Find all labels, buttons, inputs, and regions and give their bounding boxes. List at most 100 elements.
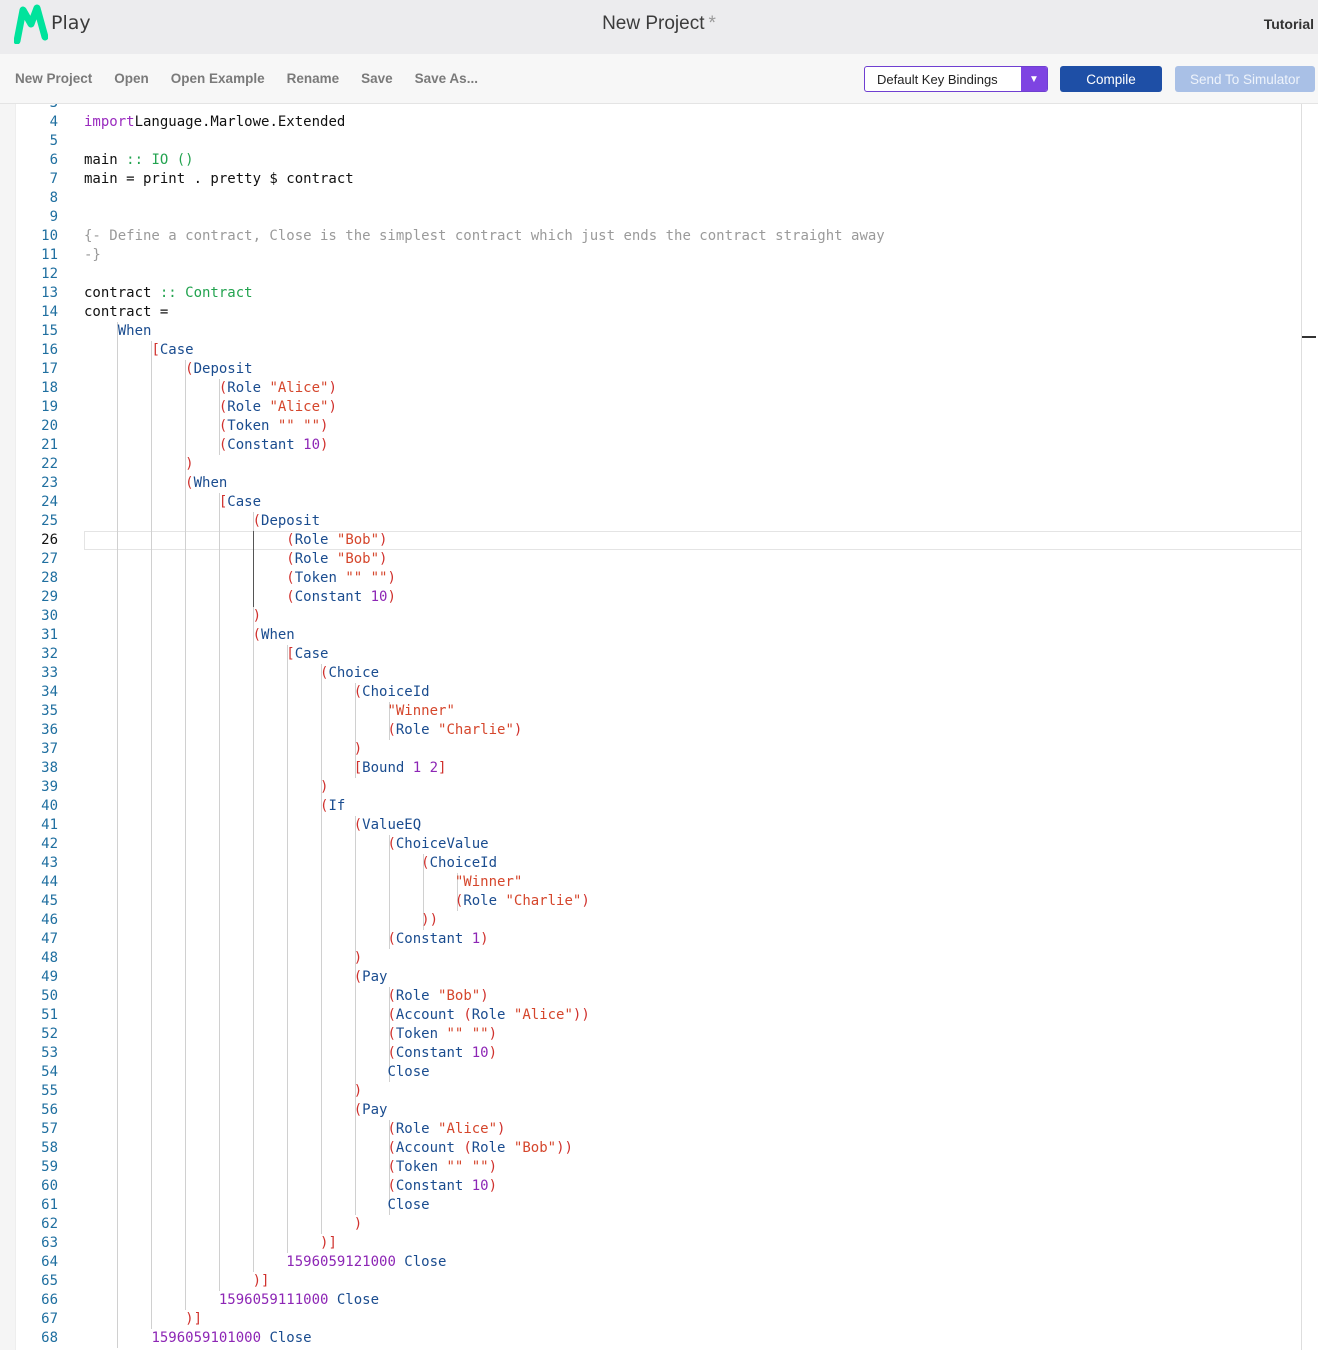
code-token: Case [227, 494, 262, 510]
code-line[interactable]: 12 [16, 265, 1302, 284]
code-line[interactable]: 57 (Role "Alice") [16, 1120, 1302, 1139]
code-line[interactable]: 28 (Token "" "") [16, 569, 1302, 588]
code-line[interactable]: 42 (ChoiceValue [16, 835, 1302, 854]
code-line[interactable]: 19 (Role "Alice") [16, 398, 1302, 417]
code-line[interactable]: 49 (Pay [16, 968, 1302, 987]
code-line[interactable]: 30 ) [16, 607, 1302, 626]
chevron-down-icon[interactable]: ▼ [1021, 67, 1047, 91]
code-line[interactable]: 68 1596059101000 Close [16, 1329, 1302, 1348]
line-number: 58 [41, 1140, 58, 1156]
code-line[interactable]: 3 [16, 104, 1302, 113]
code-token: ] [438, 760, 447, 776]
code-line[interactable]: 36 (Role "Charlie") [16, 721, 1302, 740]
code-line[interactable]: 40 (If [16, 797, 1302, 816]
code-line[interactable]: 33 (Choice [16, 664, 1302, 683]
code-line[interactable]: 27 (Role "Bob") [16, 550, 1302, 569]
code-line[interactable]: 35 "Winner" [16, 702, 1302, 721]
new-project-button[interactable]: New Project [15, 71, 92, 86]
code-line[interactable]: 62 ) [16, 1215, 1302, 1234]
code-line[interactable]: 24 [Case [16, 493, 1302, 512]
code-line[interactable]: 32 [Case [16, 645, 1302, 664]
code-line[interactable]: 29 (Constant 10) [16, 588, 1302, 607]
code-token: ( [387, 1178, 396, 1194]
code-line[interactable]: 63 )] [16, 1234, 1302, 1253]
code-line[interactable]: 21 (Constant 10) [16, 436, 1302, 455]
code-line[interactable]: 64 1596059121000 Close [16, 1253, 1302, 1272]
code-line[interactable]: 39 ) [16, 778, 1302, 797]
code-token: Case [294, 646, 329, 662]
tutorial-link[interactable]: Tutorial [1264, 16, 1314, 32]
compile-button[interactable]: Compile [1060, 66, 1162, 92]
code-line[interactable]: 43 (ChoiceId [16, 854, 1302, 873]
code-line[interactable]: 37 ) [16, 740, 1302, 759]
code-line[interactable]: 31 (When [16, 626, 1302, 645]
code-line[interactable]: 8 [16, 189, 1302, 208]
code-line[interactable]: 10 {- Define a contract, Close is the sim… [16, 227, 1302, 246]
open-button[interactable]: Open [114, 71, 149, 86]
code-line[interactable]: 34 (ChoiceId [16, 683, 1302, 702]
code-line[interactable]: 20 (Token "" "") [16, 417, 1302, 436]
code-line[interactable]: 4 importLanguage.Marlowe.Extended [16, 113, 1302, 132]
code-line[interactable]: 47 (Constant 1) [16, 930, 1302, 949]
code-line[interactable]: 66 1596059111000 Close [16, 1291, 1302, 1310]
code-line[interactable]: 15 When [16, 322, 1302, 341]
code-line[interactable]: 59 (Token "" "") [16, 1158, 1302, 1177]
code-line[interactable]: 7 main = print . pretty $ contract [16, 170, 1302, 189]
code-line[interactable]: 13 contract :: Contract [16, 284, 1302, 303]
code-line[interactable]: 16 [Case [16, 341, 1302, 360]
open-example-button[interactable]: Open Example [171, 71, 265, 86]
line-number: 31 [41, 627, 58, 643]
code-line[interactable]: 58 (Account (Role "Bob")) [16, 1139, 1302, 1158]
code-line[interactable]: 9 [16, 208, 1302, 227]
code-line[interactable]: 55 ) [16, 1082, 1302, 1101]
code-line[interactable]: 51 (Account (Role "Alice")) [16, 1006, 1302, 1025]
code-line[interactable]: 14 contract = [16, 303, 1302, 322]
code-token: "Alice" [269, 380, 329, 396]
line-number: 53 [41, 1045, 58, 1061]
code-line[interactable]: 23 (When [16, 474, 1302, 493]
code-token: Close [261, 1330, 312, 1346]
code-line[interactable]: 56 (Pay [16, 1101, 1302, 1120]
line-number: 33 [41, 665, 58, 681]
save-button[interactable]: Save [361, 71, 393, 86]
code-line[interactable]: 61 Close [16, 1196, 1302, 1215]
code-line[interactable]: 65 )] [16, 1272, 1302, 1291]
code-token: ) [252, 608, 262, 624]
code-line[interactable]: 41 (ValueEQ [16, 816, 1302, 835]
code-text: ) [84, 607, 261, 626]
code-line[interactable]: 5 [16, 132, 1302, 151]
code-text: ) [84, 1082, 362, 1101]
key-bindings-select[interactable]: Default Key Bindings ▼ [864, 66, 1048, 92]
code-line[interactable]: 53 (Constant 10) [16, 1044, 1302, 1063]
line-number: 17 [41, 361, 58, 377]
code-line[interactable]: 54 Close [16, 1063, 1302, 1082]
code-token: ( [387, 722, 396, 738]
code-line[interactable]: 50 (Role "Bob") [16, 987, 1302, 1006]
code-token: "Bob" [336, 532, 380, 548]
code-text: "Winner" [84, 702, 454, 721]
send-to-simulator-button[interactable]: Send To Simulator [1175, 66, 1315, 92]
code-line[interactable]: 26 (Role "Bob") [16, 531, 1302, 550]
code-editor[interactable]: 34importLanguage.Marlowe.Extended56main … [15, 104, 1302, 1350]
code-line[interactable]: 18 (Role "Alice") [16, 379, 1302, 398]
save-as-button[interactable]: Save As... [415, 71, 478, 86]
code-line[interactable]: 11 -} [16, 246, 1302, 265]
code-line[interactable]: 67 )] [16, 1310, 1302, 1329]
code-line[interactable]: 48 ) [16, 949, 1302, 968]
code-line[interactable]: 60 (Constant 10) [16, 1177, 1302, 1196]
editor-scrollbar-track[interactable] [1301, 104, 1302, 1350]
code-line[interactable]: 38 [Bound 1 2] [16, 759, 1302, 778]
code-line[interactable]: 44 "Winner" [16, 873, 1302, 892]
code-line[interactable]: 6 main :: IO () [16, 151, 1302, 170]
code-line[interactable]: 45 (Role "Charlie") [16, 892, 1302, 911]
code-text: (Token "" "") [84, 1158, 497, 1177]
code-line[interactable]: 17 (Deposit [16, 360, 1302, 379]
code-line[interactable]: 25 (Deposit [16, 512, 1302, 531]
code-line[interactable]: 22 ) [16, 455, 1302, 474]
code-line[interactable]: 46 )) [16, 911, 1302, 930]
line-number: 61 [41, 1197, 58, 1213]
rename-button[interactable]: Rename [287, 71, 340, 86]
code-line[interactable]: 52 (Token "" "") [16, 1025, 1302, 1044]
